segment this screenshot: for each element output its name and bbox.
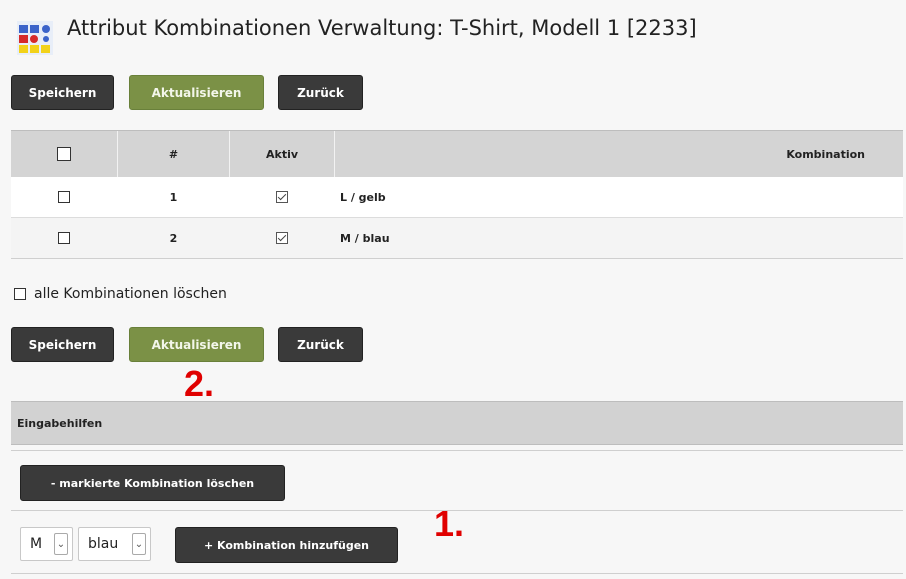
row-number: 1	[169, 190, 178, 204]
delete-all-option[interactable]: alle Kombinationen löschen	[14, 286, 227, 302]
add-combination-button[interactable]: + Kombination hinzufügen	[175, 527, 398, 563]
column-header-combination: Kombination	[786, 147, 865, 161]
delete-all-checkbox[interactable]	[14, 288, 26, 300]
delete-all-label: alle Kombinationen löschen	[34, 286, 227, 302]
save-button-bottom[interactable]: Speichern	[11, 327, 114, 362]
annotation-one: 1.	[434, 503, 465, 544]
row-number: 2	[169, 231, 178, 245]
row-active-checkbox[interactable]	[276, 191, 288, 203]
update-button-bottom[interactable]: Aktualisieren	[129, 327, 264, 362]
table-row: 1 L / gelb	[11, 177, 903, 218]
row-combination: M / blau	[340, 231, 390, 245]
update-button[interactable]: Aktualisieren	[129, 75, 264, 110]
chevron-down-icon: ⌄	[54, 533, 68, 555]
row-combination: L / gelb	[340, 190, 386, 204]
select-all-cell	[11, 131, 117, 177]
table-row: 2 M / blau	[11, 218, 903, 259]
color-select[interactable]: blau ⌄	[78, 527, 151, 561]
back-button[interactable]: Zurück	[278, 75, 363, 110]
delete-marked-combination-button[interactable]: - markierte Kombination löschen	[20, 465, 285, 501]
row-select-checkbox[interactable]	[58, 232, 70, 244]
input-helpers-title: Eingabehilfen	[17, 416, 103, 430]
save-button[interactable]: Speichern	[11, 75, 114, 110]
row-active-checkbox[interactable]	[276, 232, 288, 244]
input-helpers-header: Eingabehilfen	[11, 401, 903, 445]
attribute-matrix-icon	[17, 21, 53, 55]
color-select-value: blau	[88, 536, 119, 552]
column-header-active: Aktiv	[265, 147, 299, 161]
size-select[interactable]: M ⌄	[20, 527, 73, 561]
table-header: # Aktiv Kombination	[11, 130, 903, 178]
page-title: Attribut Kombinationen Verwaltung: T-Shi…	[67, 16, 697, 40]
select-all-checkbox[interactable]	[57, 147, 71, 161]
annotation-two: 2.	[184, 363, 215, 404]
chevron-down-icon: ⌄	[132, 533, 146, 555]
row-select-checkbox[interactable]	[58, 191, 70, 203]
column-header-number: #	[168, 147, 179, 161]
size-select-value: M	[30, 536, 43, 552]
back-button-bottom[interactable]: Zurück	[278, 327, 363, 362]
